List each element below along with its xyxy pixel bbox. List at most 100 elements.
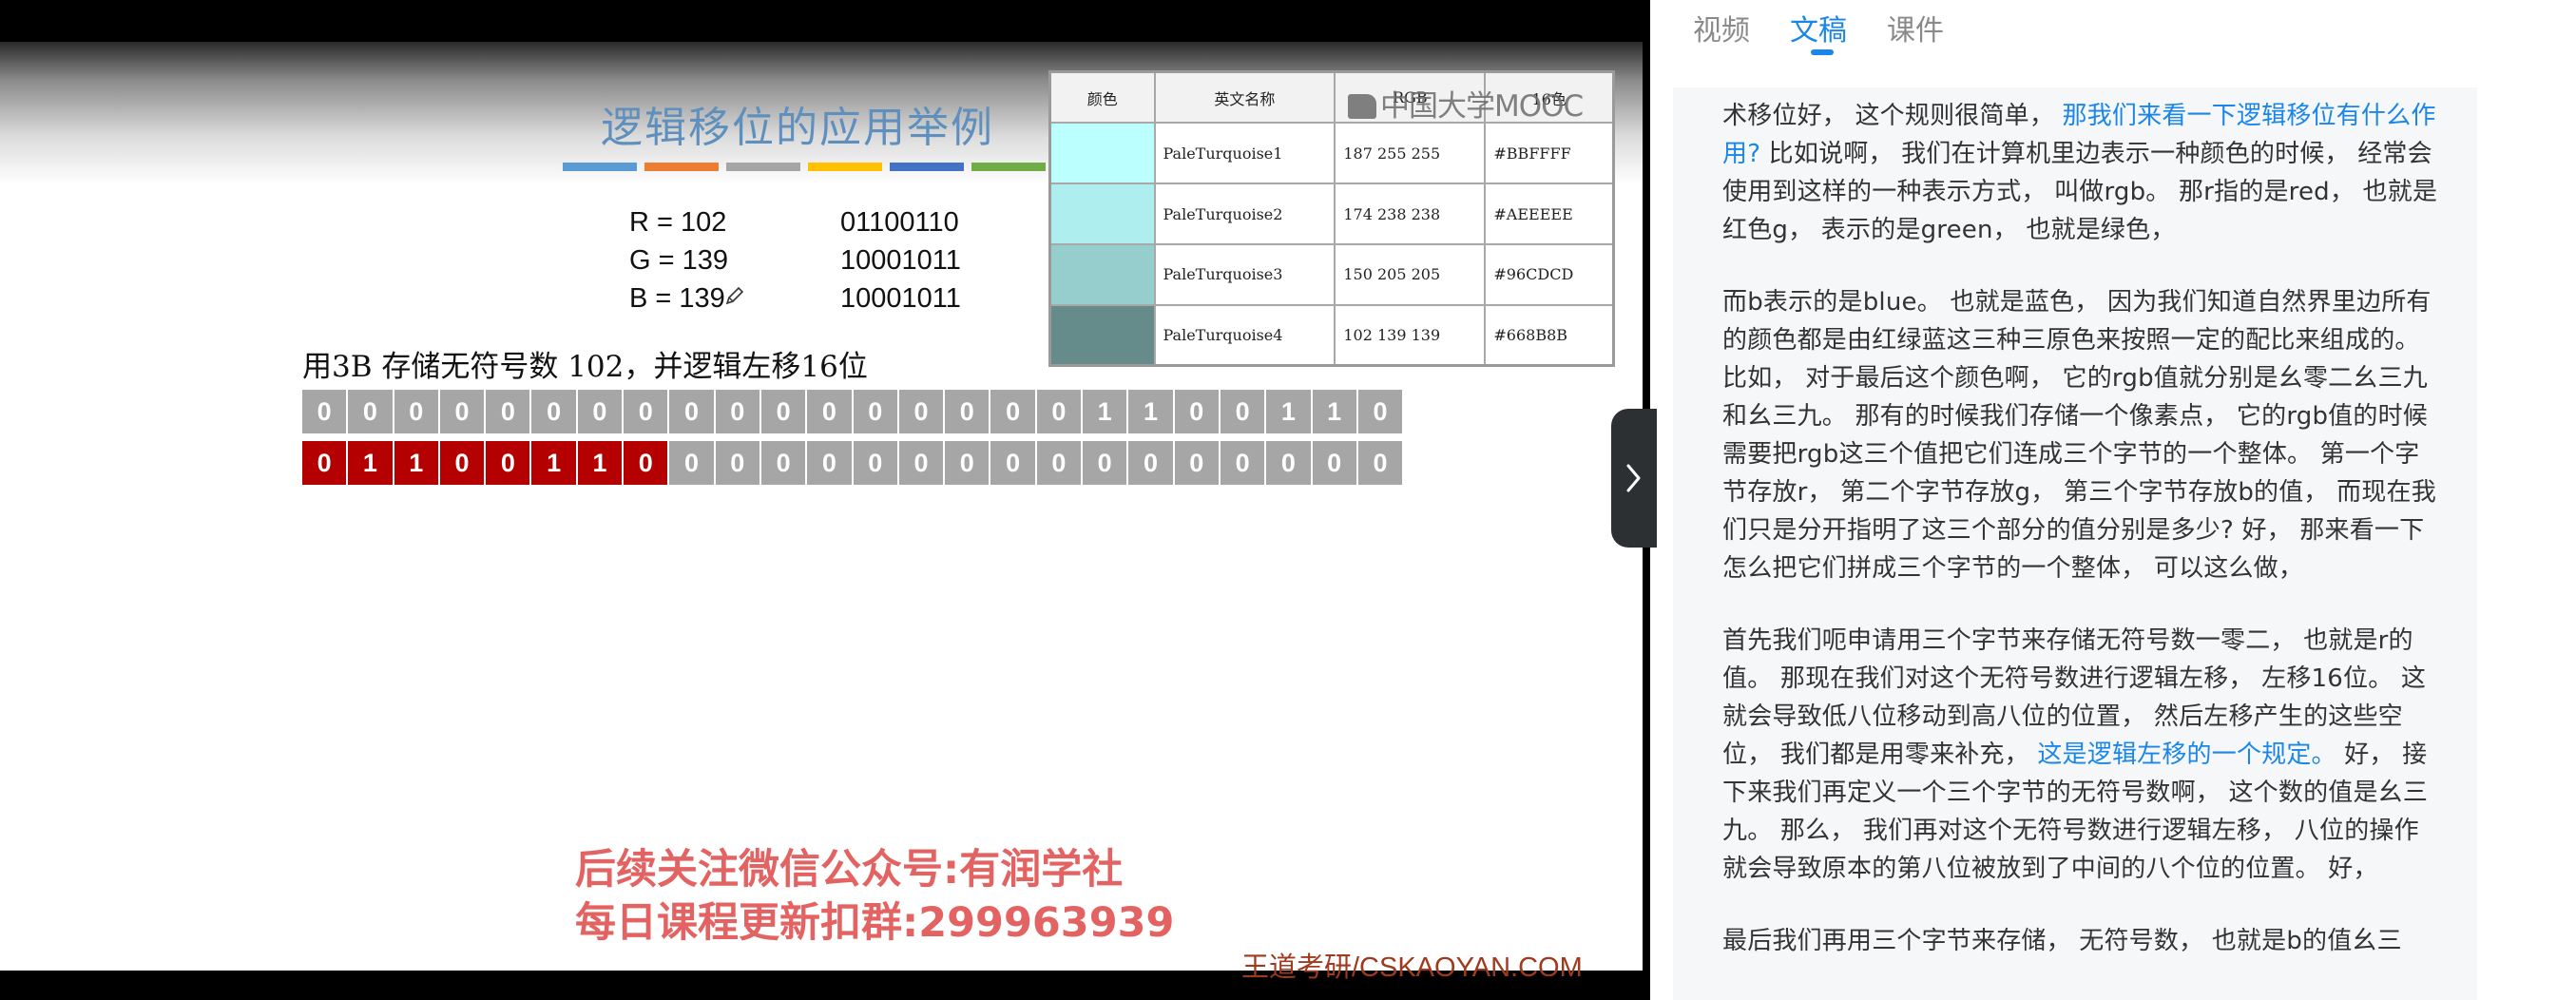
bit-cell: 0 <box>1036 390 1084 433</box>
color-rgb: 102 139 139 <box>1334 303 1487 367</box>
bit-cell: 0 <box>990 390 1037 433</box>
color-rgb: 150 205 205 <box>1334 242 1487 306</box>
bit-cell: 0 <box>853 390 899 433</box>
bit-cell: 0 <box>715 441 761 485</box>
bit-cell: 0 <box>945 390 991 433</box>
slide-title: 逻辑移位的应用举例 <box>601 104 994 152</box>
transcript-text: 术移位好， 这个规则很简单， <box>1722 102 2063 130</box>
rgb-g-bits: 10001011 <box>840 245 961 276</box>
mooc-watermark-logo: 中国大学MOOC <box>1348 82 1584 125</box>
color-swatch <box>1048 183 1156 245</box>
bit-cell: 0 <box>807 390 854 433</box>
bit-cell: 0 <box>1036 441 1084 485</box>
bit-cell: 0 <box>394 390 440 433</box>
bit-cell: 0 <box>669 441 716 485</box>
color-swatch <box>1048 303 1156 367</box>
color-name: PaleTurquoise2 <box>1153 183 1336 245</box>
bit-cell: 0 <box>1266 441 1313 485</box>
promo-line-2: 每日课程更新扣群:299963939 <box>575 899 1175 947</box>
side-panel: 视频 文稿 课件 术移位好， 这个规则很简单， 那我们来看一下逻辑移位有什么作用… <box>1650 0 2576 1000</box>
bit-cell: 0 <box>990 441 1037 485</box>
tab-video[interactable]: 视频 <box>1693 0 1750 59</box>
color-rgb: 187 255 255 <box>1334 122 1487 185</box>
bit-cell: 0 <box>669 390 716 433</box>
transcript-content[interactable]: 术移位好， 这个规则很简单， 那我们来看一下逻辑移位有什么作用? 比如说啊， 我… <box>1673 87 2477 1000</box>
bit-cell: 0 <box>715 390 761 433</box>
color-hex: #AEEEEE <box>1484 183 1615 245</box>
bit-cell: 0 <box>1357 441 1405 485</box>
color-hex: #BBFFFF <box>1484 122 1615 185</box>
bit-cell: 1 <box>531 441 578 485</box>
color-strip-segment <box>726 163 800 171</box>
color-strip-segment <box>971 163 1046 171</box>
color-name: PaleTurquoise4 <box>1153 303 1336 367</box>
bit-cell: 0 <box>624 390 670 433</box>
bit-cell: 0 <box>1174 390 1221 433</box>
bit-cell: 0 <box>1083 441 1129 485</box>
color-swatch <box>1048 242 1156 306</box>
transcript-paragraph: 首先我们呃申请用三个字节来存储无符号数一零二， 也就是r的值。 那现在我们对这个… <box>1722 622 2441 888</box>
color-name: PaleTurquoise1 <box>1153 122 1336 185</box>
bit-cell: 0 <box>577 390 625 433</box>
rgb-b-bits: 10001011 <box>840 283 961 314</box>
bit-cell: 0 <box>439 441 487 485</box>
rgb-b-label: B = 139 <box>629 283 725 314</box>
bit-cell: 0 <box>486 441 532 485</box>
video-player[interactable]: 逻辑移位的应用举例 R = 102 01100110 G = 139 10001… <box>0 0 1650 1000</box>
transcript-paragraph: 而b表示的是blue。 也就是蓝色， 因为我们知道自然界里边所有的颜色都是由红绿… <box>1722 283 2441 587</box>
bits-before-shift: 000000000000000001100110 <box>302 390 1405 433</box>
bit-cell: 0 <box>1128 441 1175 485</box>
mooc-logo-icon <box>1348 94 1376 119</box>
transcript-text: 最后我们再用三个字节来存储， 无符号数， 也就是b的值幺三 <box>1722 927 2402 955</box>
brand-watermark: 王道考研/CSKAOYAN.COM <box>1241 952 1583 983</box>
bit-cell: 1 <box>1083 390 1129 433</box>
bit-cell: 0 <box>302 390 349 433</box>
color-swatch <box>1048 122 1156 185</box>
bit-cell: 0 <box>1312 441 1358 485</box>
color-strip-segment <box>563 163 637 171</box>
header-color: 颜色 <box>1048 70 1156 125</box>
tab-transcript[interactable]: 文稿 <box>1790 0 1847 59</box>
transcript-text: 而b表示的是blue。 也就是蓝色， 因为我们知道自然界里边所有的颜色都是由红绿… <box>1722 288 2436 583</box>
bit-cell: 0 <box>1220 441 1267 485</box>
pencil-icon <box>725 286 744 305</box>
bit-cell: 1 <box>1312 390 1358 433</box>
color-rgb: 174 238 238 <box>1334 183 1487 245</box>
bit-cell: 0 <box>898 390 946 433</box>
transcript-paragraph: 最后我们再用三个字节来存储， 无符号数， 也就是b的值幺三 <box>1722 922 2441 960</box>
color-hex: #668B8B <box>1484 303 1615 367</box>
tab-courseware[interactable]: 课件 <box>1887 0 1944 59</box>
promo-line-1: 后续关注微信公众号:有润学社 <box>575 846 1124 894</box>
bit-cell: 0 <box>302 441 349 485</box>
bit-cell: 0 <box>760 390 808 433</box>
bit-cell: 0 <box>807 441 854 485</box>
rgb-r-bits: 01100110 <box>840 207 959 238</box>
bit-cell: 1 <box>348 441 394 485</box>
decorative-color-strip <box>563 163 1046 171</box>
table-row: PaleTurquoise3 150 205 205 #96CDCD <box>1048 242 1615 306</box>
color-strip-segment <box>808 163 882 171</box>
bit-cell: 1 <box>1128 390 1175 433</box>
bit-cell: 0 <box>531 390 578 433</box>
color-strip-segment <box>890 163 964 171</box>
bit-cell: 0 <box>1174 441 1221 485</box>
bit-cell: 0 <box>853 441 899 485</box>
bit-cell: 1 <box>577 441 625 485</box>
bit-cell: 1 <box>1266 390 1313 433</box>
bit-cell: 0 <box>760 441 808 485</box>
table-row: PaleTurquoise2 174 238 238 #AEEEEE <box>1048 183 1615 245</box>
table-row: PaleTurquoise1 187 255 255 #BBFFFF <box>1048 122 1615 185</box>
bit-cell: 1 <box>394 441 440 485</box>
color-name: PaleTurquoise3 <box>1153 242 1336 306</box>
panel-tabs: 视频 文稿 课件 <box>1693 0 1944 59</box>
bit-cell: 0 <box>486 390 532 433</box>
transcript-paragraph: 术移位好， 这个规则很简单， 那我们来看一下逻辑移位有什么作用? 比如说啊， 我… <box>1722 97 2441 249</box>
panel-toggle-button[interactable] <box>1611 409 1657 548</box>
transcript-text: 比如说啊， 我们在计算机里边表示一种颜色的时候， 经常会使用到这样的一种表示方式… <box>1722 140 2438 244</box>
app-root: 逻辑移位的应用举例 R = 102 01100110 G = 139 10001… <box>0 0 2576 1000</box>
bit-cell: 0 <box>1357 390 1405 433</box>
color-hex: #96CDCD <box>1484 242 1615 306</box>
store-description: 用3B 存储无符号数 102，并逻辑左移16位 <box>302 350 868 384</box>
mooc-logo-text: 中国大学MOOC <box>1380 89 1584 124</box>
highlighted-sentence[interactable]: 这是逻辑左移的一个规定。 <box>2037 740 2336 769</box>
